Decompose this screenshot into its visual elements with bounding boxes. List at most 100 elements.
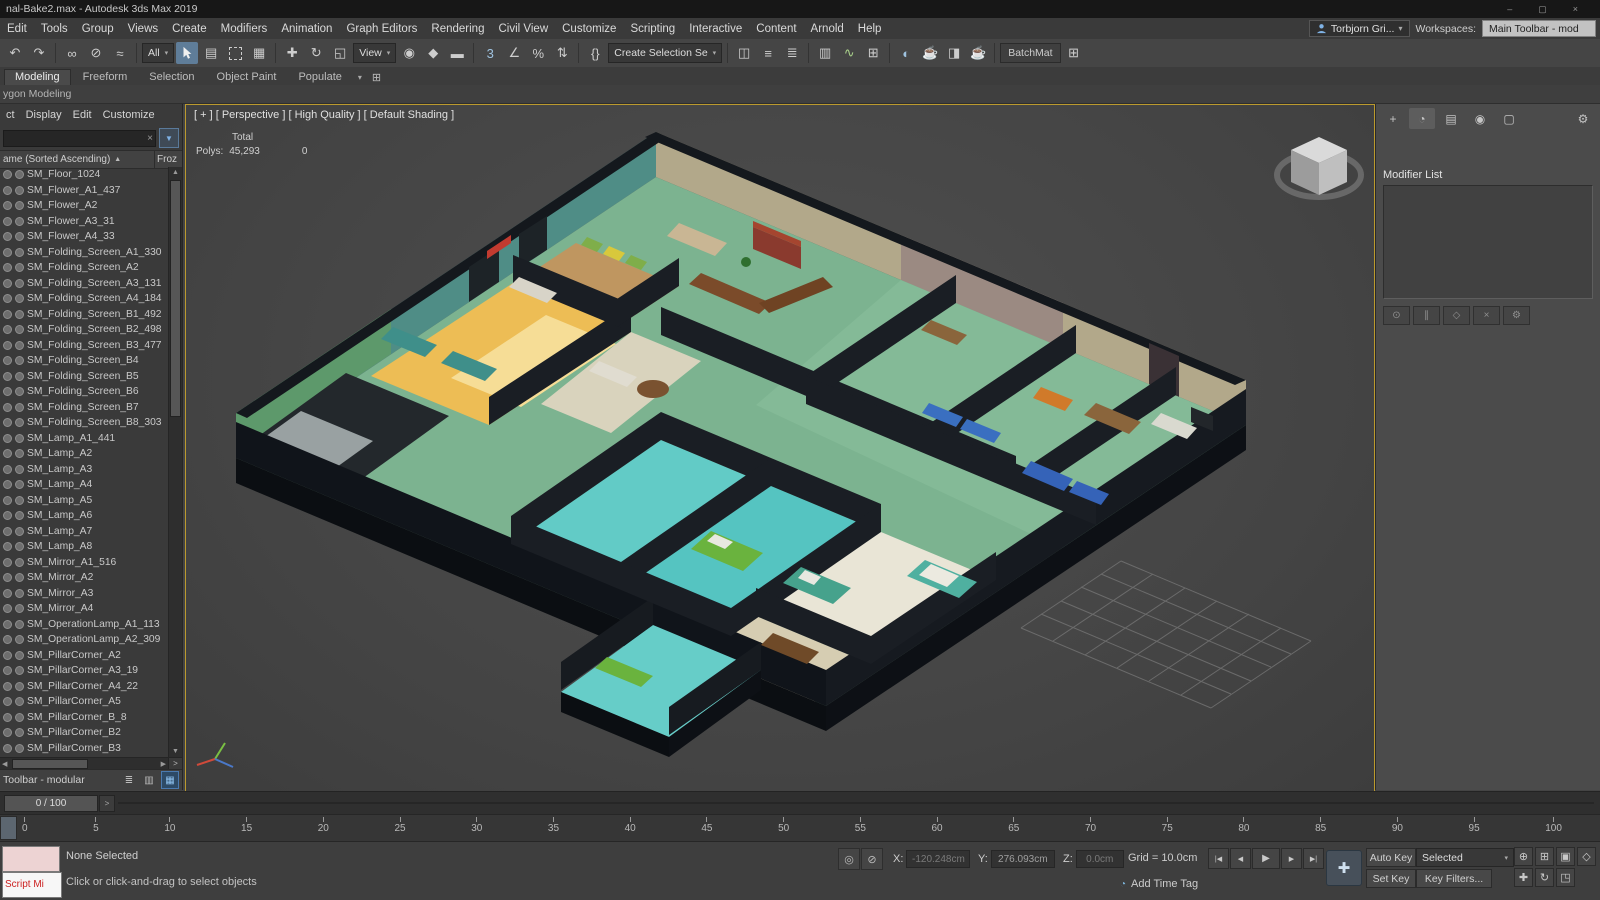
y-coordinate-field[interactable]: 276.093cm [991,850,1055,868]
object-type-icon[interactable] [3,434,12,443]
maxscript-mini-listener[interactable]: Script Mi [2,872,62,898]
viewport-label[interactable]: [ + ] [ Perspective ] [ High Quality ] [… [194,109,454,121]
scene-object-row[interactable]: SM_Lamp_A5 [0,493,169,509]
named-selection-set-dropdown[interactable]: Create Selection Se ▾ [608,43,722,63]
visibility-toggle-icon[interactable] [15,666,24,675]
object-type-icon[interactable] [3,372,12,381]
tab-display[interactable]: ▢ [1496,108,1522,129]
menu-item[interactable]: Content [749,23,803,35]
object-type-icon[interactable] [3,263,12,272]
scene-object-row[interactable]: SM_PillarCorner_B2 [0,725,169,741]
render-production-icon[interactable]: ☕ [967,42,989,64]
visibility-toggle-icon[interactable] [15,341,24,350]
select-by-name-icon[interactable]: ▤ [200,42,222,64]
z-coordinate-field[interactable]: 0.0cm [1076,850,1124,868]
minimize-button[interactable]: – [1507,4,1512,15]
visibility-toggle-icon[interactable] [15,682,24,691]
menu-item[interactable]: Group [75,23,121,35]
zoom-icon[interactable]: ⊕ [1514,847,1533,866]
redo-icon[interactable]: ↷ [28,42,50,64]
select-and-move-icon[interactable]: ✚ [281,42,303,64]
visibility-toggle-icon[interactable] [15,403,24,412]
visibility-toggle-icon[interactable] [15,372,24,381]
scene-object-row[interactable]: SM_Lamp_A7 [0,524,169,540]
column-header-name[interactable]: ame (Sorted Ascending) ▲ [0,151,155,168]
snap-3d-icon[interactable]: 3 [479,42,501,64]
tab-selection[interactable]: Selection [139,70,204,85]
remove-modifier-button[interactable]: × [1473,306,1500,325]
object-type-icon[interactable] [3,651,12,660]
show-end-result-button[interactable]: ∥ [1413,306,1440,325]
scene-object-row[interactable]: SM_Folding_Screen_B6 [0,384,169,400]
viewport-perspective[interactable]: [ + ] [ Perspective ] [ High Quality ] [… [185,104,1375,792]
object-type-icon[interactable] [3,728,12,737]
auto-key-button[interactable]: Auto Key [1366,848,1416,867]
scene-object-row[interactable]: SM_PillarCorner_A5 [0,694,169,710]
object-type-icon[interactable] [3,449,12,458]
visibility-toggle-icon[interactable] [15,186,24,195]
tab-motion[interactable]: ◉ [1467,108,1493,129]
scroll-left-icon[interactable]: ◀ [2,760,7,768]
maxscript-mini-listener-pink[interactable] [2,846,60,872]
visibility-toggle-icon[interactable] [15,728,24,737]
object-type-icon[interactable] [3,744,12,753]
scene-object-row[interactable]: SM_Folding_Screen_A1_330 [0,245,169,261]
configure-modifier-sets-button[interactable]: ⚙ [1503,306,1530,325]
scene-object-row[interactable]: SM_Mirror_A3 [0,586,169,602]
track-bar[interactable]: 0510152025303540455055606570758085909510… [0,814,1600,842]
object-type-icon[interactable] [3,682,12,691]
track-bar-slider[interactable] [0,816,17,840]
scene-object-row[interactable]: SM_Lamp_A6 [0,508,169,524]
scene-object-row[interactable]: SM_Folding_Screen_B5 [0,369,169,385]
workspace-dropdown[interactable]: Main Toolbar - mod [1482,20,1596,37]
visibility-toggle-icon[interactable] [15,558,24,567]
add-mode-button[interactable]: ✚ [1326,850,1362,886]
window-crossing-icon[interactable]: ▦ [248,42,270,64]
clear-search-icon[interactable]: × [147,131,153,146]
percent-snap-icon[interactable]: % [527,42,549,64]
list-view-icon[interactable]: ▥ [141,772,157,788]
menu-item[interactable]: Create [165,23,214,35]
visibility-toggle-icon[interactable] [15,744,24,753]
scene-object-row[interactable]: SM_PillarCorner_B3 [0,741,169,757]
reference-coordinate-dropdown[interactable]: View ▾ [353,43,396,63]
x-coordinate-field[interactable]: -120.248cm [906,850,970,868]
object-type-icon[interactable] [3,511,12,520]
set-key-button[interactable]: Set Key [1366,869,1416,888]
object-type-icon[interactable] [3,635,12,644]
menu-item[interactable]: Customize [555,23,623,35]
object-type-icon[interactable] [3,232,12,241]
select-and-manipulate-icon[interactable]: ◆ [422,42,444,64]
scene-object-row[interactable]: SM_Lamp_A3 [0,462,169,478]
orbit-icon[interactable]: ↻ [1535,868,1554,887]
visibility-toggle-icon[interactable] [15,511,24,520]
scene-object-row[interactable]: SM_Folding_Screen_B8_303 [0,415,169,431]
visibility-toggle-icon[interactable] [15,356,24,365]
viewport-canvas[interactable] [186,105,1374,791]
ribbon-display-toggle-icon[interactable]: ⊞ [368,71,385,85]
menu-item[interactable]: Tools [34,23,75,35]
explorer-menu-item[interactable]: Customize [98,109,160,121]
grid-view-icon[interactable]: ▦ [161,771,179,789]
select-and-rotate-icon[interactable]: ↻ [305,42,327,64]
visibility-toggle-icon[interactable] [15,620,24,629]
visibility-toggle-icon[interactable] [15,201,24,210]
explorer-search-input[interactable]: × [3,130,156,147]
previous-frame-button[interactable]: ◀ [1230,848,1251,869]
visibility-toggle-icon[interactable] [15,310,24,319]
maximize-button[interactable]: ▢ [1538,4,1547,15]
undo-icon[interactable]: ↶ [4,42,26,64]
object-type-icon[interactable] [3,170,12,179]
visibility-toggle-icon[interactable] [15,635,24,644]
grid-tools-icon[interactable]: ⊞ [1063,42,1085,64]
key-filters-button[interactable]: Key Filters... [1416,869,1492,888]
object-type-icon[interactable] [3,604,12,613]
tab-modify[interactable]: ◔ [1409,108,1435,129]
visibility-toggle-icon[interactable] [15,713,24,722]
scene-object-row[interactable]: SM_Flower_A4_33 [0,229,169,245]
tab-freeform[interactable]: Freeform [73,70,138,85]
scene-object-row[interactable]: SM_Folding_Screen_A3_131 [0,276,169,292]
explorer-menu-item[interactable]: ct [1,109,20,121]
object-type-icon[interactable] [3,186,12,195]
render-setup-icon[interactable]: ☕ [919,42,941,64]
